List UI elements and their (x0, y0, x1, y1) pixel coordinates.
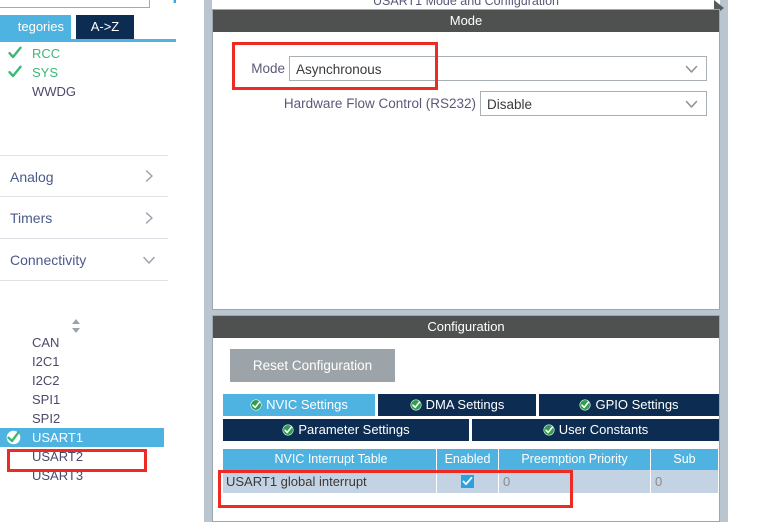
table-row[interactable]: USART1 global interrupt 0 0 (223, 470, 719, 493)
peripheral-label: SPI1 (32, 392, 61, 407)
search-input[interactable] (0, 0, 150, 8)
column-header-enabled[interactable]: Enabled (437, 449, 499, 470)
mode-field-label: Mode (251, 61, 285, 76)
list-item[interactable]: WWDG (0, 82, 176, 101)
component-sidebar: tegories A->Z RCC SYS WWDG Analog Timers… (0, 0, 176, 522)
check-circle-icon (579, 399, 591, 411)
mode-dropdown-value: Asynchronous (296, 62, 382, 77)
category-accordion: Analog Timers Connectivity (0, 155, 168, 281)
chevron-down-icon (685, 62, 698, 75)
tab-a-to-z[interactable]: A->Z (76, 15, 134, 39)
column-header-sub-priority[interactable]: Sub (651, 449, 719, 470)
tab-label: DMA Settings (425, 397, 505, 412)
sidebar-category-analog[interactable]: Analog (0, 155, 168, 197)
tab-gpio-settings[interactable]: GPIO Settings (539, 394, 719, 416)
hardware-flow-control-row: Hardware Flow Control (RS232) Disable (284, 91, 707, 116)
category-label: Connectivity (10, 252, 87, 268)
tab-user-constants[interactable]: User Constants (472, 419, 719, 441)
configuration-section: Configuration Reset Configuration NVIC S… (212, 315, 720, 522)
sidebar-item-can[interactable]: CAN (0, 333, 168, 352)
check-circle-icon (410, 399, 422, 411)
cell-sub-priority[interactable]: 0 (651, 470, 719, 493)
check-circle-icon (6, 430, 21, 445)
nvic-interrupt-table: NVIC Interrupt Table Enabled Preemption … (223, 449, 719, 493)
chevron-down-icon (685, 97, 698, 110)
sidebar-item-usart2[interactable]: USART2 (0, 447, 168, 466)
tab-categories[interactable]: tegories (0, 15, 71, 39)
configuration-section-header: Configuration (213, 316, 719, 338)
sidebar-category-timers[interactable]: Timers (0, 197, 168, 239)
peripheral-label: CAN (32, 335, 60, 350)
cell-preemption-priority[interactable]: 0 (499, 470, 651, 493)
sidebar-item-spi2[interactable]: SPI2 (0, 409, 168, 428)
chevron-down-icon (142, 253, 156, 267)
cell-enabled[interactable] (437, 470, 499, 493)
tab-label: NVIC Settings (266, 397, 348, 412)
config-tabs-row-1: NVIC Settings DMA Settings GPIO Settings (223, 394, 719, 416)
category-label: Timers (10, 210, 53, 226)
mode-field-row: Mode Asynchronous (251, 56, 707, 81)
peripheral-list: CAN I2C1 I2C2 SPI1 SPI2 USART1 USART2 US… (0, 333, 168, 485)
sidebar-item-i2c1[interactable]: I2C1 (0, 352, 168, 371)
sidebar-item-usart1[interactable]: USART1 (0, 428, 164, 447)
peripheral-label: USART2 (32, 449, 84, 464)
mode-section: Mode Mode Asynchronous Hardware Flow Con… (212, 9, 720, 310)
tabstrip-underline (0, 39, 176, 42)
sidebar-tabstrip: tegories A->Z (0, 15, 176, 39)
hardware-flow-control-value: Disable (487, 97, 533, 112)
check-icon (8, 46, 22, 60)
panel-right-filler (728, 0, 778, 522)
page-title: USART1 Mode and Configuration (212, 0, 720, 9)
peripheral-label: I2C2 (32, 373, 60, 388)
tab-parameter-settings[interactable]: Parameter Settings (223, 419, 469, 441)
check-circle-icon (543, 424, 555, 436)
hardware-flow-control-dropdown[interactable]: Disable (480, 91, 707, 116)
enabled-checkbox[interactable] (461, 475, 474, 488)
peripheral-label: SPI2 (32, 411, 61, 426)
category-label: Analog (10, 169, 54, 185)
sidebar-item-usart3[interactable]: USART3 (0, 466, 168, 485)
mode-section-header: Mode (213, 10, 719, 32)
tab-label: User Constants (558, 422, 649, 437)
cell-interrupt-name: USART1 global interrupt (223, 470, 437, 493)
chevron-right-icon (142, 211, 156, 225)
reset-configuration-button[interactable]: Reset Configuration (230, 349, 395, 382)
tab-label: Parameter Settings (298, 422, 410, 437)
column-header-name[interactable]: NVIC Interrupt Table (223, 449, 437, 470)
screen-root: tegories A->Z RCC SYS WWDG Analog Timers… (0, 0, 778, 522)
config-tabs-row-2: Parameter Settings User Constants (223, 419, 719, 441)
check-circle-icon (282, 424, 294, 436)
list-item[interactable]: RCC (0, 44, 176, 63)
list-item[interactable]: SYS (0, 63, 176, 82)
tab-dma-settings[interactable]: DMA Settings (378, 394, 536, 416)
tab-label: GPIO Settings (595, 397, 679, 412)
sidebar-item-spi1[interactable]: SPI1 (0, 390, 168, 409)
scroll-up-down-icon[interactable] (68, 318, 84, 334)
peripheral-label: I2C1 (32, 354, 60, 369)
top-component-list: RCC SYS WWDG (0, 44, 176, 101)
check-circle-icon (250, 399, 262, 411)
check-icon (8, 65, 22, 79)
peripheral-label: USART3 (32, 468, 84, 483)
table-header-row: NVIC Interrupt Table Enabled Preemption … (223, 449, 719, 470)
main-panel: USART1 Mode and Configuration Mode Mode … (204, 0, 778, 522)
peripheral-label: USART1 (32, 430, 84, 445)
sidebar-item-i2c2[interactable]: I2C2 (0, 371, 168, 390)
column-header-preemption-priority[interactable]: Preemption Priority (499, 449, 651, 470)
sidebar-category-connectivity[interactable]: Connectivity (0, 239, 168, 281)
hardware-flow-control-label: Hardware Flow Control (RS232) (283, 96, 476, 111)
list-item-label: RCC (32, 46, 61, 61)
chevron-right-icon (142, 169, 156, 183)
list-item-label: SYS (32, 65, 59, 80)
mode-dropdown[interactable]: Asynchronous (289, 56, 707, 81)
list-item-label: WWDG (32, 84, 77, 99)
tab-nvic-settings[interactable]: NVIC Settings (223, 394, 375, 416)
gear-icon[interactable] (164, 0, 176, 8)
